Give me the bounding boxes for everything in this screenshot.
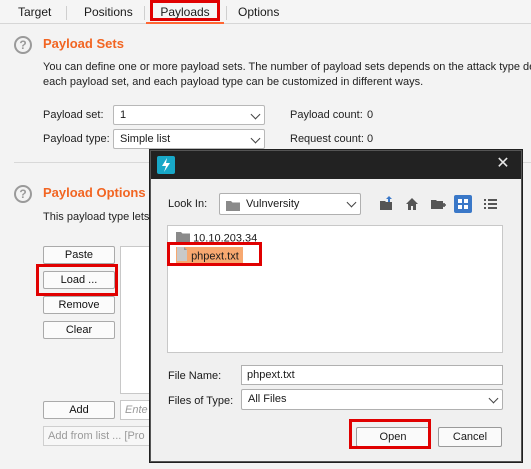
file-open-dialog: ✕ Look In: Vulnversity 10.10.203.34 phpe… bbox=[150, 150, 522, 462]
look-in-value: Vulnversity bbox=[246, 198, 300, 210]
files-of-type-label: Files of Type: bbox=[168, 395, 234, 407]
remove-button[interactable]: Remove bbox=[43, 296, 115, 314]
tab-divider bbox=[226, 6, 227, 20]
payload-sets-description-line1: You can define one or more payload sets.… bbox=[43, 61, 531, 73]
cancel-button[interactable]: Cancel bbox=[438, 427, 502, 447]
file-name-label: File Name: bbox=[168, 370, 222, 382]
tab-target[interactable]: Target bbox=[18, 4, 51, 24]
request-count-value: 0 bbox=[367, 133, 374, 145]
paste-button[interactable]: Paste bbox=[43, 246, 115, 264]
help-icon[interactable]: ? bbox=[14, 185, 32, 203]
files-of-type-value: All Files bbox=[248, 393, 287, 405]
tab-bar: Target Positions Payloads Options bbox=[0, 0, 531, 24]
help-icon[interactable]: ? bbox=[14, 36, 32, 54]
payload-count-label: Payload count: bbox=[290, 109, 363, 121]
close-icon[interactable]: ✕ bbox=[493, 154, 513, 174]
payload-sets-title: Payload Sets bbox=[43, 36, 124, 51]
payload-count-value: 0 bbox=[367, 109, 374, 121]
folder-icon bbox=[226, 198, 240, 218]
home-icon[interactable] bbox=[403, 195, 421, 213]
file-name-input[interactable]: phpext.txt bbox=[241, 365, 503, 385]
payload-set-label: Payload set: bbox=[43, 109, 104, 121]
payload-type-label: Payload type: bbox=[43, 133, 110, 145]
tab-options[interactable]: Options bbox=[238, 4, 279, 24]
active-tab-indicator bbox=[146, 22, 224, 24]
tab-divider bbox=[144, 6, 145, 20]
list-view-icon[interactable] bbox=[454, 195, 472, 213]
look-in-select[interactable]: Vulnversity bbox=[219, 193, 361, 215]
chevron-down-icon bbox=[250, 109, 261, 120]
tab-payloads[interactable]: Payloads bbox=[150, 0, 220, 21]
up-folder-icon[interactable] bbox=[378, 195, 396, 213]
chevron-down-icon bbox=[346, 197, 357, 208]
details-view-icon[interactable] bbox=[481, 195, 499, 213]
files-of-type-select[interactable]: All Files bbox=[241, 389, 503, 410]
tab-positions[interactable]: Positions bbox=[84, 4, 133, 24]
tab-divider bbox=[66, 6, 67, 20]
request-count-label: Request count: bbox=[290, 133, 364, 145]
new-folder-icon[interactable] bbox=[429, 195, 447, 213]
payload-options-title: Payload Options [S bbox=[43, 185, 163, 200]
payload-type-value: Simple list bbox=[120, 133, 171, 145]
payload-sets-description-line2: each payload set, and each payload type … bbox=[43, 76, 424, 88]
payload-set-value: 1 bbox=[120, 109, 127, 121]
add-button[interactable]: Add bbox=[43, 401, 115, 419]
load-highlight bbox=[36, 264, 118, 296]
payload-set-select[interactable]: 1 bbox=[113, 105, 265, 125]
burp-app-icon bbox=[157, 156, 175, 174]
add-from-list-select[interactable]: Add from list ... [Pro bbox=[43, 426, 160, 446]
open-highlight bbox=[349, 419, 431, 449]
payload-options-description: This payload type lets y bbox=[43, 211, 158, 223]
chevron-down-icon bbox=[488, 393, 499, 404]
payload-type-select[interactable]: Simple list bbox=[113, 129, 265, 149]
file-highlight bbox=[167, 242, 262, 266]
look-in-label: Look In: bbox=[168, 198, 208, 210]
dialog-titlebar[interactable]: ✕ bbox=[151, 151, 521, 179]
chevron-down-icon bbox=[250, 133, 261, 144]
clear-button[interactable]: Clear bbox=[43, 321, 115, 339]
file-list[interactable]: 10.10.203.34 phpext.txt bbox=[167, 225, 503, 353]
